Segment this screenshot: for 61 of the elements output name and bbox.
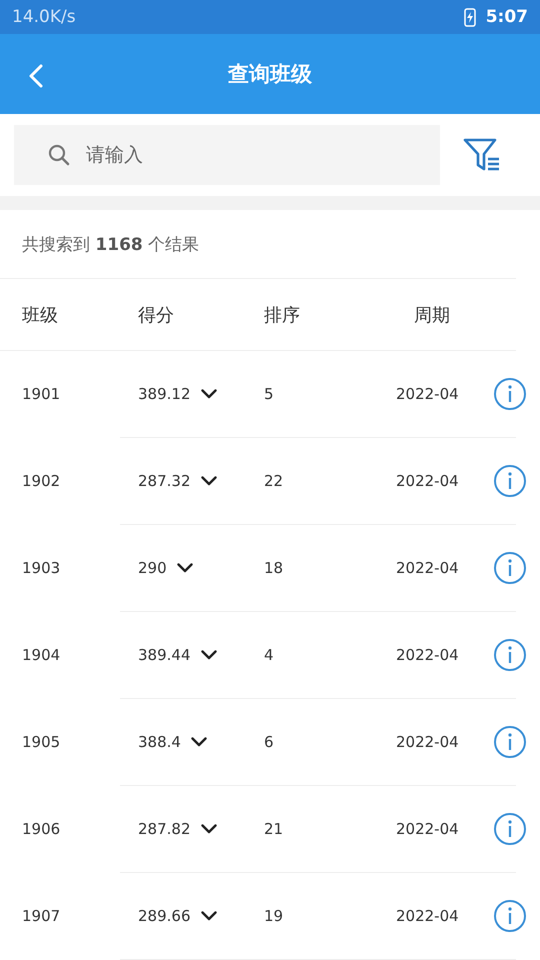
period-cell: 2022-04 — [396, 385, 459, 403]
page-title: 查询班级 — [228, 61, 312, 88]
clock: 5:07 — [486, 7, 528, 28]
score-dropdown[interactable]: 289.66 — [138, 907, 216, 925]
chevron-left-icon — [29, 64, 43, 88]
class-cell-text: 1907 — [22, 907, 62, 925]
result-count: 共搜索到 1168 个结果 — [0, 210, 516, 279]
score-dropdown[interactable]: 290 — [138, 559, 193, 577]
class-cell-text: 1902 — [22, 472, 62, 490]
info-icon — [493, 725, 527, 759]
column-header: 班级 — [22, 304, 58, 326]
rank-cell-text: 6 — [264, 733, 275, 751]
class-cell-text: 1906 — [22, 820, 62, 838]
period-cell: 2022-04 — [396, 907, 459, 925]
score-dropdown[interactable]: 389.44 — [138, 646, 216, 664]
class-cell-text: 1903 — [22, 559, 62, 577]
class-cell-text: 1901 — [22, 385, 62, 403]
column-header: 排序 — [264, 304, 300, 326]
chevron-down-icon — [200, 650, 216, 660]
score-dropdown[interactable]: 388.4 — [138, 733, 207, 751]
chevron-down-icon — [190, 737, 207, 747]
chevron-down-icon — [200, 911, 216, 921]
info-button[interactable] — [493, 812, 527, 846]
network-speed: 14.0K/s — [12, 7, 76, 28]
period-cell: 2022-04 — [396, 559, 459, 577]
info-button[interactable] — [493, 899, 527, 933]
search-icon — [48, 144, 70, 166]
info-icon — [493, 638, 527, 672]
column-header: 得分 — [138, 304, 174, 326]
info-icon — [493, 812, 527, 846]
column-header: 周期 — [414, 304, 450, 326]
battery-icon — [464, 7, 476, 28]
score-dropdown[interactable]: 287.32 — [138, 472, 216, 490]
rank-cell-text: 21 — [264, 820, 284, 838]
info-button[interactable] — [493, 638, 527, 672]
rank-cell-text: 5 — [264, 385, 275, 403]
period-cell: 2022-04 — [396, 733, 459, 751]
class-cell-text: 1905 — [22, 733, 62, 751]
chevron-down-icon — [200, 389, 216, 399]
info-button[interactable] — [493, 464, 527, 498]
rank-cell-text: 4 — [264, 646, 275, 664]
info-button[interactable] — [493, 377, 527, 411]
period-cell: 2022-04 — [396, 820, 459, 838]
class-cell-text: 1904 — [22, 646, 62, 664]
rank-cell-text: 19 — [264, 907, 284, 925]
chevron-down-icon — [200, 824, 216, 834]
info-button[interactable] — [493, 725, 527, 759]
search-field[interactable]: 请输入 — [14, 125, 440, 186]
score-dropdown[interactable]: 287.82 — [138, 820, 216, 838]
chevron-down-icon — [176, 563, 193, 573]
rank-cell-text: 22 — [264, 472, 284, 490]
chevron-down-icon — [200, 476, 216, 486]
info-icon — [493, 464, 527, 498]
rank-cell-text: 18 — [264, 559, 284, 577]
period-cell: 2022-04 — [396, 472, 459, 490]
info-icon — [493, 551, 527, 585]
info-icon — [493, 377, 527, 411]
period-cell: 2022-04 — [396, 646, 459, 664]
score-dropdown[interactable]: 389.12 — [138, 385, 216, 403]
info-icon — [493, 899, 527, 933]
info-button[interactable] — [493, 551, 527, 585]
